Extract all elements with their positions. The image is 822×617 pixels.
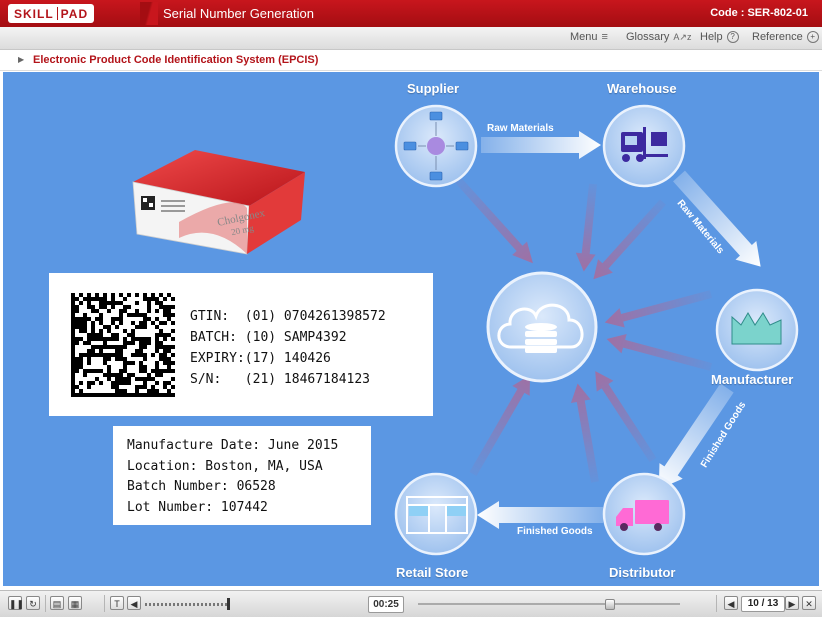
module-code: Code : SER-802-01 bbox=[710, 7, 808, 19]
forklift-icon bbox=[621, 127, 668, 162]
supplier-label: Supplier bbox=[407, 81, 460, 96]
volume-handle[interactable] bbox=[227, 598, 230, 610]
distributor-label: Distributor bbox=[609, 565, 676, 580]
flow-supplier-warehouse bbox=[481, 131, 601, 159]
product-box-image bbox=[132, 150, 305, 255]
replay-icon: ↻ bbox=[29, 599, 37, 609]
spoke-retail bbox=[469, 375, 530, 476]
triangle-right-icon: ▶ bbox=[788, 599, 796, 609]
pause-icon: ❚❚ bbox=[9, 599, 25, 609]
retail-store-label: Retail Store bbox=[396, 565, 469, 580]
breadcrumb-title: Electronic Product Code Identification S… bbox=[33, 54, 319, 66]
help-label: Help bbox=[700, 31, 723, 43]
az-icon: A↗z bbox=[673, 31, 692, 42]
flow-label-raw-materials-1: Raw Materials bbox=[487, 123, 554, 134]
reference-label: Reference bbox=[752, 31, 803, 43]
close-icon: ✕ bbox=[805, 599, 813, 609]
triangle-right-icon: ▶ bbox=[18, 55, 25, 64]
gtin-line: GTIN: (01) 0704261398572 bbox=[190, 309, 386, 324]
logo-right-text: PAD bbox=[60, 6, 89, 21]
volume-slider[interactable] bbox=[145, 603, 227, 606]
menu-label: Menu bbox=[570, 31, 598, 43]
spoke-supplier-2 bbox=[575, 183, 597, 272]
spoke-manufacturer bbox=[604, 290, 713, 328]
question-icon: ? bbox=[726, 31, 739, 43]
breadcrumb: ▶ Electronic Product Code Identification… bbox=[0, 50, 822, 71]
spoke-warehouse bbox=[593, 199, 666, 280]
progress-track[interactable] bbox=[418, 603, 680, 605]
elapsed-time: 00:25 bbox=[368, 596, 404, 613]
warehouse-node[interactable] bbox=[602, 104, 686, 188]
menu-button[interactable]: Menu ≡ bbox=[570, 31, 608, 43]
location-line: Location: Boston, MA, USA bbox=[127, 458, 323, 474]
spoke-distributor-2 bbox=[570, 383, 599, 483]
title-bar: SKILL PAD Serial Number Generation Code … bbox=[0, 0, 822, 27]
speaker-icon: ◀ bbox=[130, 599, 138, 609]
retail-store-node[interactable] bbox=[394, 472, 478, 556]
list-icon: ≡ bbox=[601, 31, 608, 43]
batch-number-line: Batch Number: 06528 bbox=[127, 479, 276, 494]
glossary-label: Glossary bbox=[626, 31, 670, 43]
help-button[interactable]: Help ? bbox=[700, 31, 739, 43]
menu-bar: Menu ≡ Glossary A↗z Help ? Reference + bbox=[0, 27, 822, 50]
notes-button[interactable]: ▤ bbox=[50, 596, 64, 610]
batch-line: BATCH: (10) SAMP4392 bbox=[190, 330, 347, 345]
module-title: Serial Number Generation bbox=[163, 6, 315, 21]
serial-number-line: S/N: (21) 18467184123 bbox=[190, 372, 371, 387]
manufacture-info-card: Manufacture Date: June 2015 Location: Bo… bbox=[113, 426, 371, 525]
supplier-node[interactable] bbox=[394, 104, 478, 188]
gallery-button[interactable]: ▦ bbox=[68, 596, 82, 610]
expiry-line: EXPIRY:(17) 140426 bbox=[190, 351, 331, 366]
spoke-manufacturer-2 bbox=[606, 334, 713, 371]
warehouse-label: Warehouse bbox=[607, 81, 677, 96]
logo-left-text: SKILL bbox=[14, 6, 54, 21]
pause-button[interactable]: ❚❚ bbox=[8, 596, 25, 610]
player-bar: ❚❚ ↻ ▤ ▦ T ◀ 00:25 ◀ 10 / 13 ▶ ✕ bbox=[0, 590, 822, 617]
reference-button[interactable]: Reference + bbox=[752, 31, 819, 43]
skillpad-logo: SKILL PAD bbox=[8, 4, 95, 23]
content-stage: Cholgonex 20 mg Supplier Warehouse Manuf… bbox=[3, 72, 819, 586]
barcode-card: GTIN: (01) 0704261398572 BATCH: (10) SAM… bbox=[49, 273, 433, 416]
plus-circle-icon: + bbox=[806, 31, 819, 43]
manufacturer-node[interactable] bbox=[715, 288, 799, 372]
glossary-button[interactable]: Glossary A↗z bbox=[626, 31, 691, 43]
triangle-left-icon: ◀ bbox=[727, 599, 735, 609]
image-icon: ▦ bbox=[70, 599, 80, 609]
flow-label-finished-goods-2: Finished Goods bbox=[517, 526, 593, 537]
spoke-supplier bbox=[455, 177, 533, 264]
text-icon: T bbox=[114, 599, 120, 609]
manufacturer-label: Manufacturer bbox=[711, 372, 794, 387]
spoke-distributor bbox=[595, 371, 657, 463]
volume-button[interactable]: ◀ bbox=[127, 596, 141, 610]
datamatrix-barcode bbox=[71, 293, 175, 397]
manufacture-date-line: Manufacture Date: June 2015 bbox=[127, 438, 339, 453]
transcript-button[interactable]: T bbox=[110, 596, 124, 610]
distributor-node[interactable] bbox=[602, 472, 686, 556]
progress-thumb[interactable] bbox=[605, 599, 616, 610]
replay-button[interactable]: ↻ bbox=[26, 596, 40, 610]
flow-distributor-retail bbox=[477, 501, 603, 529]
lot-number-line: Lot Number: 107442 bbox=[127, 499, 268, 515]
previous-page-button[interactable]: ◀ bbox=[724, 596, 738, 610]
next-page-button[interactable]: ▶ bbox=[785, 596, 799, 610]
page-indicator: 10 / 13 bbox=[741, 596, 785, 612]
cloud-database-node[interactable] bbox=[486, 271, 598, 383]
close-button[interactable]: ✕ bbox=[802, 596, 816, 610]
flow-warehouse-manufacturer bbox=[673, 170, 761, 267]
document-icon: ▤ bbox=[52, 599, 62, 609]
